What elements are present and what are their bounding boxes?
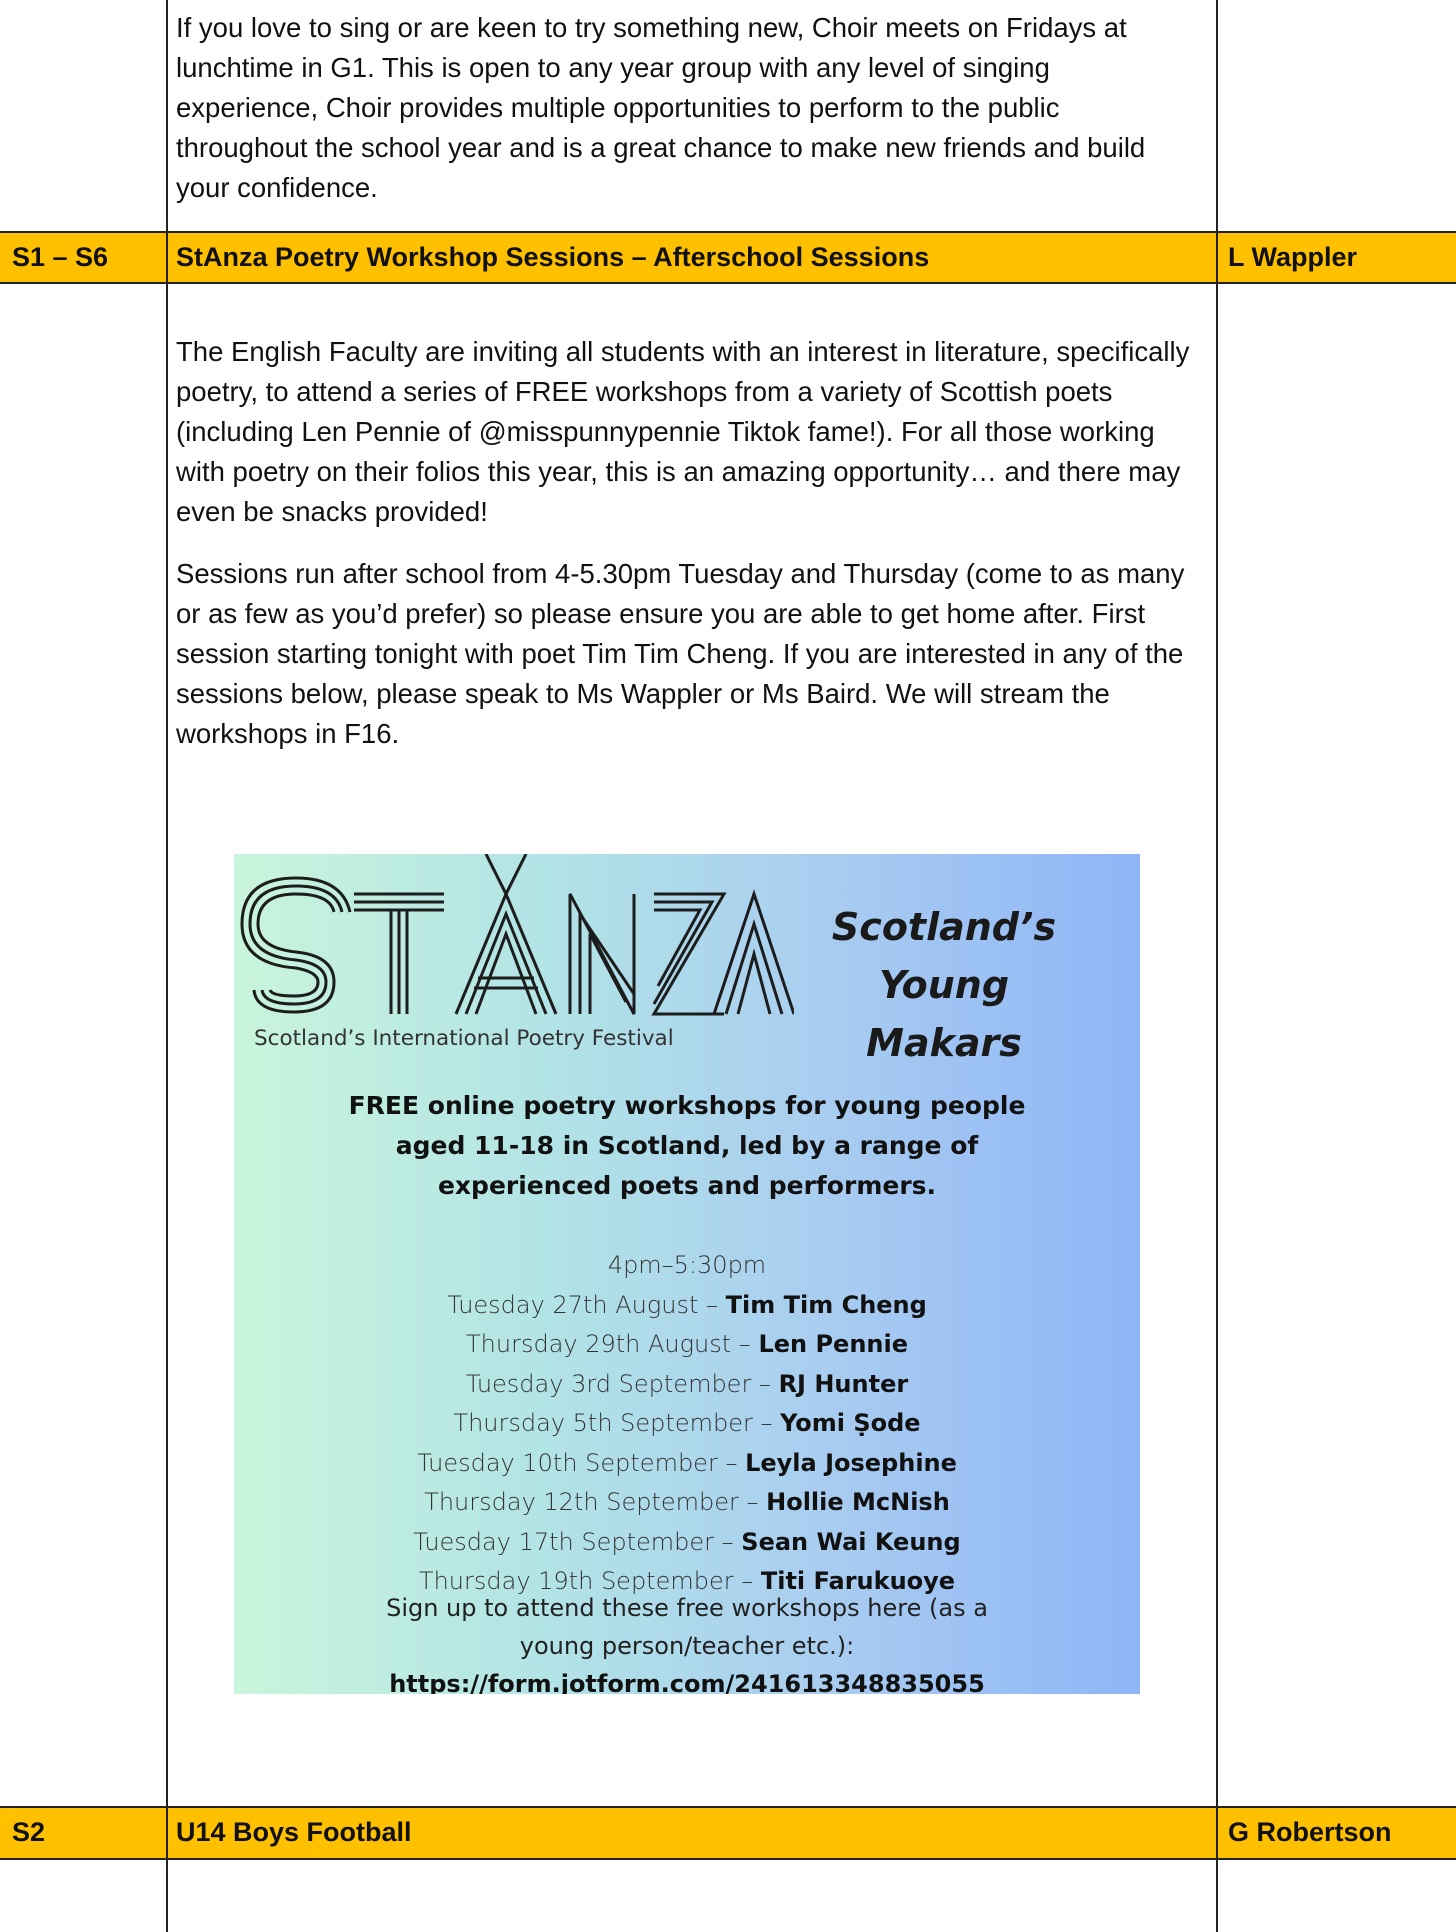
row-divider bbox=[0, 1806, 1456, 1808]
column-divider bbox=[1216, 0, 1218, 1932]
session-line: Tuesday 3rd September – RJ Hunter bbox=[234, 1365, 1140, 1405]
stanza-poster: Scotland’s International Poetry Festival… bbox=[234, 854, 1140, 1694]
young-makars-line: Scotland’s bbox=[831, 905, 1057, 949]
session-poet: RJ Hunter bbox=[778, 1369, 909, 1398]
poster-lead-line: FREE online poetry workshops for young p… bbox=[348, 1091, 1026, 1120]
stanza-logo bbox=[240, 854, 794, 1016]
session-date: Tuesday 27th August – bbox=[447, 1290, 726, 1319]
row-divider bbox=[0, 1858, 1456, 1860]
session-poet: Sean Wai Keung bbox=[741, 1527, 961, 1556]
session-line: Tuesday 27th August – Tim Tim Cheng bbox=[234, 1286, 1140, 1326]
session-time: 4pm–5:30pm bbox=[607, 1251, 767, 1279]
choir-text: If you love to sing or are keen to try s… bbox=[176, 12, 1146, 203]
session-date: Thursday 5th September – bbox=[453, 1409, 781, 1437]
poster-lead: FREE online poetry workshops for young p… bbox=[234, 1086, 1140, 1206]
row-divider bbox=[0, 231, 1456, 233]
row-divider bbox=[0, 282, 1456, 284]
activity-title: U14 Boys Football bbox=[176, 1817, 412, 1847]
session-line: Tuesday 17th September – Sean Wai Keung bbox=[234, 1523, 1140, 1563]
session-date: Thursday 12th September – bbox=[424, 1488, 767, 1516]
session-date: Tuesday 10th September – bbox=[417, 1448, 746, 1477]
choir-description: If you love to sing or are keen to try s… bbox=[176, 8, 1196, 230]
signup-info: Sign up to attend these free workshops h… bbox=[234, 1589, 1140, 1694]
activity-title: StAnza Poetry Workshop Sessions – Afters… bbox=[176, 242, 930, 272]
session-line: Thursday 5th September – Yomi Ṣode bbox=[234, 1404, 1140, 1444]
session-line: Thursday 29th August – Len Pennie bbox=[234, 1325, 1140, 1365]
session-line: Thursday 12th September – Hollie McNish bbox=[234, 1483, 1140, 1523]
session-poet: Yomi Ṣode bbox=[780, 1409, 921, 1437]
poster-lead-line: aged 11-18 in Scotland, led by a range o… bbox=[395, 1131, 979, 1160]
session-line: Tuesday 10th September – Leyla Josephine bbox=[234, 1444, 1140, 1484]
stanza-description: The English Faculty are inviting all stu… bbox=[176, 332, 1196, 776]
young-makars-heading: Scotland’s Young Makars bbox=[794, 898, 1094, 1072]
signup-line: young person/teacher etc.): bbox=[519, 1632, 855, 1660]
young-makars-line: Young bbox=[878, 963, 1010, 1007]
poster-tagline: Scotland’s International Poetry Festival bbox=[254, 1026, 674, 1051]
stanza-paragraph-2: Sessions run after school from 4-5.30pm … bbox=[176, 558, 1185, 749]
session-poet: Tim Tim Cheng bbox=[725, 1290, 927, 1319]
signup-link[interactable]: https://form.jotform.com/241613348835055 bbox=[234, 1665, 1140, 1694]
session-date: Thursday 29th August – bbox=[466, 1330, 759, 1358]
session-poet: Leyla Josephine bbox=[745, 1448, 957, 1477]
young-makars-line: Makars bbox=[866, 1021, 1022, 1065]
poster-lead-line: experienced poets and performers. bbox=[437, 1171, 937, 1200]
staff-contact: G Robertson bbox=[1228, 1817, 1392, 1847]
session-date: Tuesday 17th September – bbox=[413, 1527, 742, 1556]
column-divider bbox=[166, 0, 168, 1932]
year-groups: S2 bbox=[12, 1817, 46, 1847]
stanza-paragraph-1: The English Faculty are inviting all stu… bbox=[176, 336, 1190, 527]
session-schedule: 4pm–5:30pm Tuesday 27th August – Tim Tim… bbox=[234, 1246, 1140, 1602]
staff-contact: L Wappler bbox=[1228, 242, 1358, 272]
year-groups: S1 – S6 bbox=[12, 242, 109, 272]
session-poet: Hollie McNish bbox=[766, 1488, 950, 1516]
session-poet: Len Pennie bbox=[758, 1330, 908, 1358]
session-date: Tuesday 3rd September – bbox=[465, 1369, 779, 1398]
signup-line: Sign up to attend these free workshops h… bbox=[386, 1594, 988, 1622]
